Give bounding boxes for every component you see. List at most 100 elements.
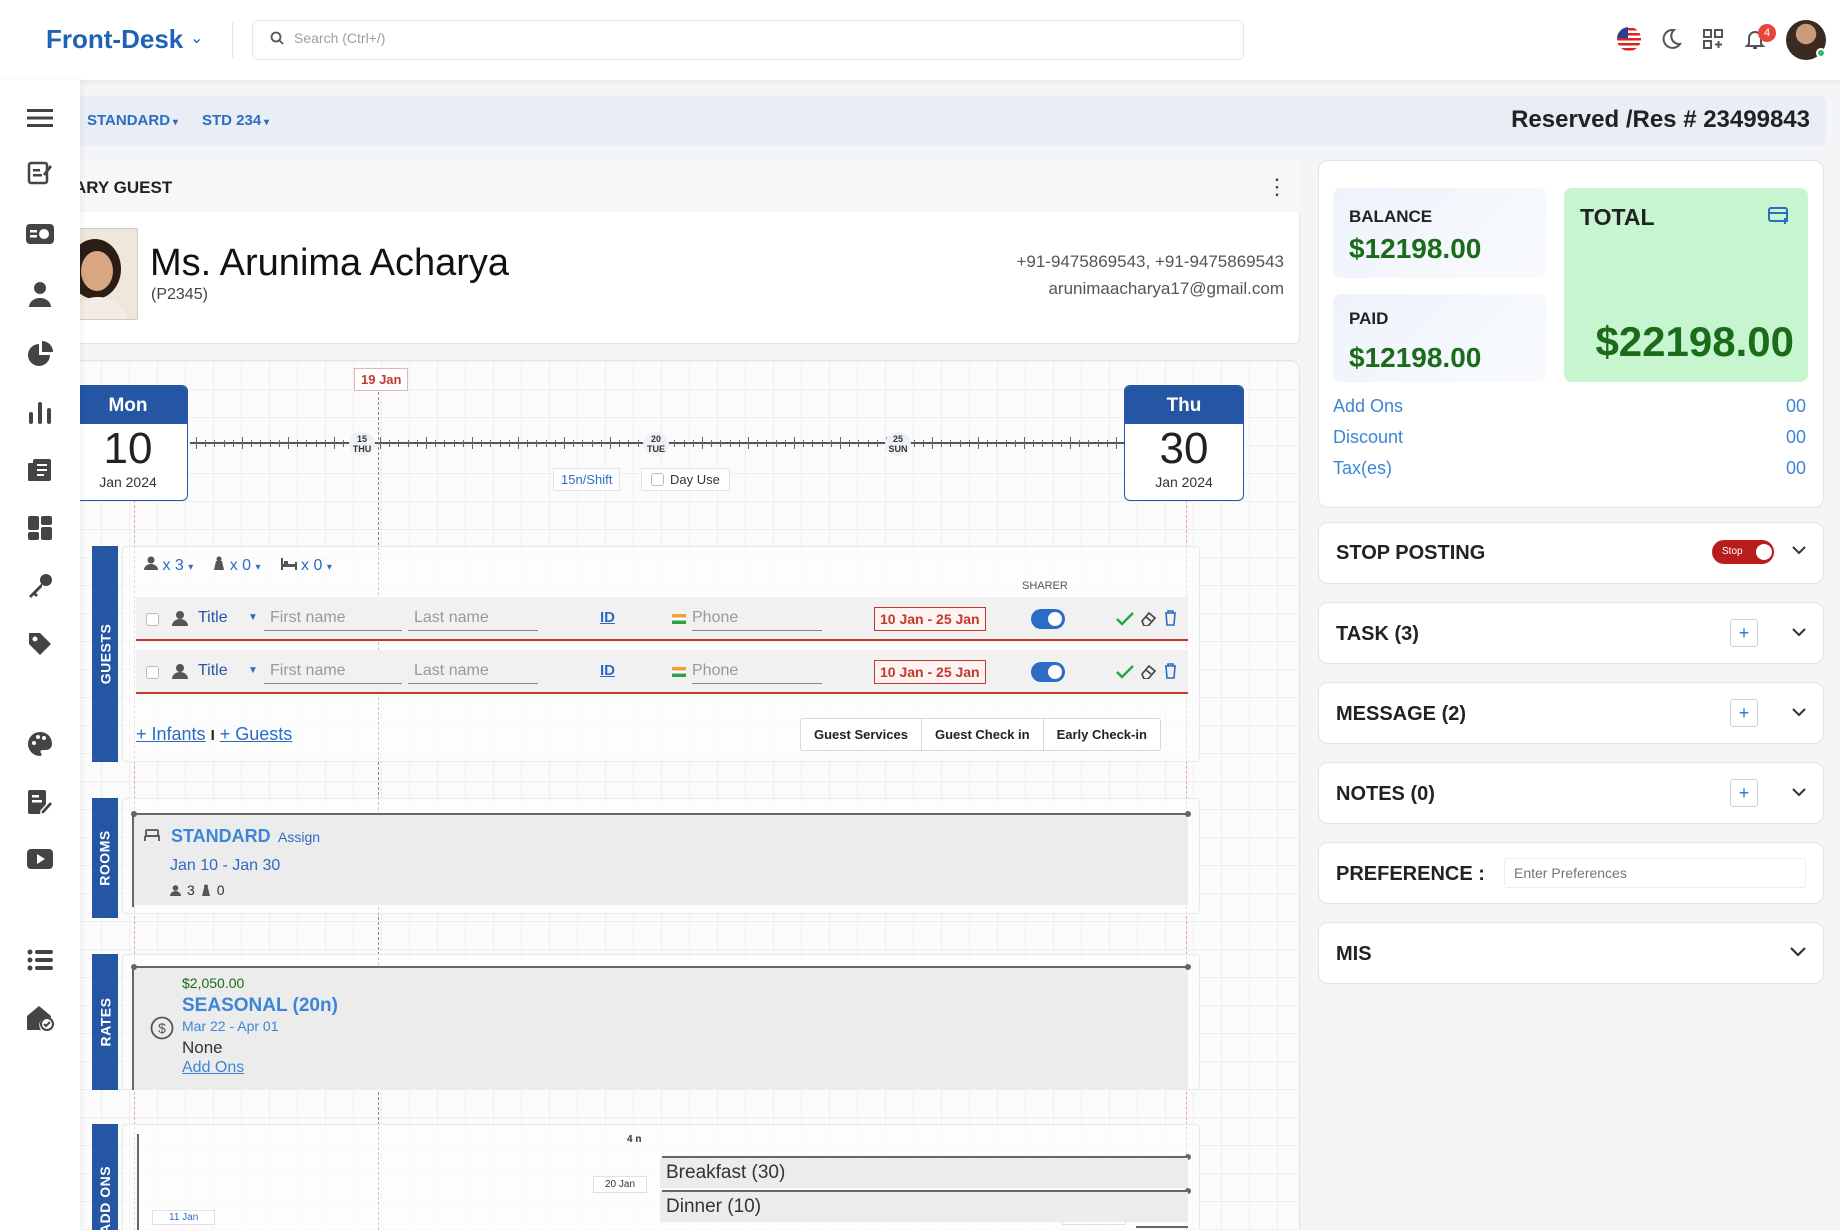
add-guests-link[interactable]: + Guests xyxy=(220,724,293,744)
last-name-input[interactable]: Last name xyxy=(408,662,538,684)
phone-input[interactable]: Phone xyxy=(692,609,822,631)
bar-chart-icon[interactable] xyxy=(24,396,56,428)
caret-down-icon[interactable]: ▼ xyxy=(248,612,258,623)
rate-add-ons-link[interactable]: Add Ons xyxy=(182,1059,244,1077)
add-infants-link[interactable]: + Infants xyxy=(136,724,206,744)
chevron-down-icon[interactable]: ⌄ xyxy=(190,28,203,48)
chevron-down-icon[interactable] xyxy=(1792,542,1806,560)
sharer-toggle[interactable] xyxy=(1031,609,1065,629)
home-check-icon[interactable] xyxy=(24,1002,56,1034)
pie-chart-icon[interactable] xyxy=(24,338,56,370)
addon-item[interactable]: Dinner (10) xyxy=(660,1192,1188,1222)
checkbox[interactable] xyxy=(651,473,664,486)
video-icon[interactable] xyxy=(24,843,56,875)
first-name-input[interactable]: First name xyxy=(264,609,402,631)
check-icon[interactable] xyxy=(1116,612,1134,626)
day-use-checkbox[interactable]: Day Use xyxy=(641,468,730,491)
addon-item[interactable]: Breakfast (30) xyxy=(660,1158,1188,1188)
billing-icon[interactable] xyxy=(24,454,56,486)
timeline-tick xyxy=(389,440,391,447)
guest-stay-dates[interactable]: 10 Jan - 25 Jan xyxy=(874,660,986,684)
mis-panel[interactable] xyxy=(1318,922,1824,984)
chevron-down-icon[interactable] xyxy=(1790,944,1806,962)
timeline-tick xyxy=(205,440,207,447)
user-icon[interactable] xyxy=(24,278,56,310)
guest-services-button[interactable]: Guest Services xyxy=(801,719,921,750)
add-task-button[interactable]: + xyxy=(1730,619,1758,647)
list-icon[interactable] xyxy=(24,944,56,976)
assign-room-link[interactable]: Assign xyxy=(278,829,320,845)
stop-posting-toggle[interactable]: Stop xyxy=(1712,540,1774,564)
palette-icon[interactable] xyxy=(24,728,56,760)
caret-down-icon[interactable]: ▼ xyxy=(248,665,258,676)
title-dropdown[interactable]: Title xyxy=(198,609,228,627)
edit-list-icon[interactable] xyxy=(24,157,56,189)
last-name-input[interactable]: Last name xyxy=(408,609,538,631)
dashboard-icon[interactable] xyxy=(24,512,56,544)
svg-text:$: $ xyxy=(158,1020,166,1036)
search-input[interactable] xyxy=(294,30,794,46)
adult-counter[interactable]: x 3 ▾ xyxy=(144,556,193,575)
id-link[interactable]: ID xyxy=(600,662,615,679)
id-card-icon[interactable] xyxy=(24,218,56,250)
sharer-toggle[interactable] xyxy=(1031,662,1065,682)
sharer-heading: SHARER xyxy=(1022,580,1068,592)
guest-stay-dates[interactable]: 10 Jan - 25 Jan xyxy=(874,607,986,631)
early-check-in-button[interactable]: Early Check-in xyxy=(1042,719,1160,750)
timeline-tick xyxy=(1042,440,1044,447)
apps-grid-icon[interactable] xyxy=(1698,24,1728,54)
id-link[interactable]: ID xyxy=(600,609,615,626)
notes-title: NOTES (0) xyxy=(1336,783,1435,805)
discount-link[interactable]: Discount xyxy=(1333,427,1403,448)
timeline-tick xyxy=(1079,440,1081,447)
preference-input[interactable] xyxy=(1504,858,1806,888)
eraser-icon[interactable] xyxy=(1140,663,1156,679)
rate-plan[interactable]: SEASONAL (20n) xyxy=(182,995,338,1017)
room-type-label[interactable]: STANDARD xyxy=(171,826,271,847)
key-icon[interactable] xyxy=(24,570,56,602)
addon-line xyxy=(1136,1226,1188,1228)
timeline-tick xyxy=(453,440,455,447)
title-dropdown[interactable]: Title xyxy=(198,662,228,680)
check-icon[interactable] xyxy=(1116,665,1134,679)
report-edit-icon[interactable] xyxy=(24,786,56,818)
room-type-dropdown[interactable]: STANDARD ▾ xyxy=(87,112,178,129)
timeline-tick xyxy=(674,440,676,447)
room-number-dropdown[interactable]: STD 234 ▾ xyxy=(202,112,269,129)
tag-icon[interactable] xyxy=(24,628,56,660)
timeline-tick xyxy=(472,437,473,449)
add-payment-icon[interactable] xyxy=(1768,207,1790,230)
guest-select-checkbox[interactable] xyxy=(146,613,159,626)
chevron-down-icon[interactable] xyxy=(1792,624,1806,642)
chevron-down-icon[interactable] xyxy=(1792,704,1806,722)
trash-icon[interactable] xyxy=(1164,610,1177,626)
guest-check-in-button[interactable]: Guest Check in xyxy=(920,719,1043,750)
menu-icon[interactable] xyxy=(24,102,56,134)
timeline-tick xyxy=(738,440,740,447)
guest-select-checkbox[interactable] xyxy=(146,666,159,679)
timeline-tick xyxy=(508,440,510,447)
addons-fee-link[interactable]: Add Ons xyxy=(1333,396,1403,417)
addon-start-tag: 20 Jan xyxy=(593,1176,648,1193)
add-message-button[interactable]: + xyxy=(1730,699,1758,727)
timeline-tick xyxy=(794,437,795,449)
dark-mode-icon[interactable] xyxy=(1656,24,1686,54)
first-name-input[interactable]: First name xyxy=(264,662,402,684)
eraser-icon[interactable] xyxy=(1140,610,1156,626)
brand-switcher[interactable]: Front-Desk xyxy=(46,24,183,55)
us-flag-icon[interactable] xyxy=(1614,24,1644,54)
taxes-link[interactable]: Tax(es) xyxy=(1333,458,1392,479)
add-note-button[interactable]: + xyxy=(1730,779,1758,807)
bed-counter[interactable]: x 0 ▾ xyxy=(280,557,332,575)
timeline-tick xyxy=(959,440,961,447)
chevron-down-icon[interactable] xyxy=(1792,784,1806,802)
start-date-box: Mon 10 Jan 2024 xyxy=(68,385,188,501)
more-options-icon[interactable]: ⋮ xyxy=(1266,176,1288,198)
guest-action-buttons: Guest Services Guest Check in Early Chec… xyxy=(800,718,1161,751)
shift-button[interactable]: 15n/Shift xyxy=(553,468,621,491)
phone-input[interactable]: Phone xyxy=(692,662,822,684)
addon-left-tag: 11 Jan xyxy=(152,1210,216,1225)
timeline-tick xyxy=(315,440,317,447)
child-counter[interactable]: x 0 ▾ xyxy=(213,556,261,575)
trash-icon[interactable] xyxy=(1164,663,1177,679)
